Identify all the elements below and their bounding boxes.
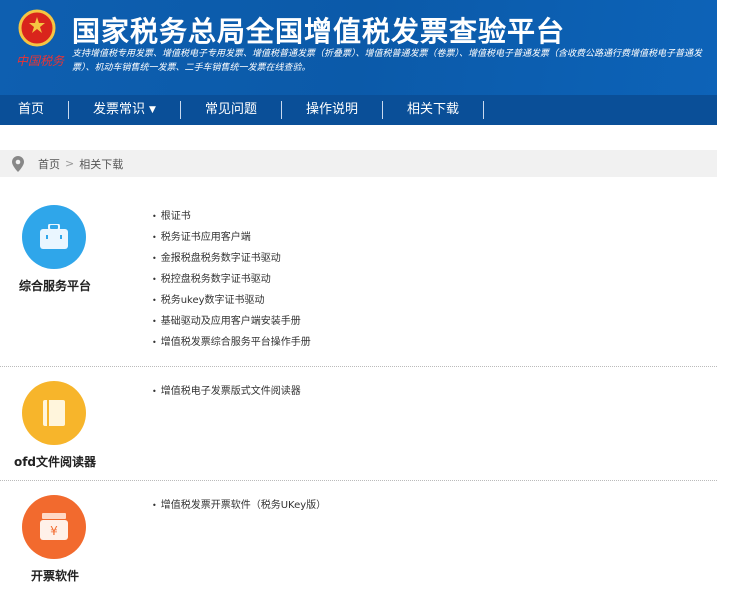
section-label: 综合服务平台 xyxy=(18,279,91,293)
download-link[interactable]: 增值税电子发票版式文件阅读器 xyxy=(152,385,301,406)
download-link[interactable]: 根证书 xyxy=(152,210,311,231)
download-list: 根证书 税务证书应用客户端 金报税盘税务数字证书驱动 税控盘税务数字证书驱动 税… xyxy=(152,210,311,357)
invoice-software-icon: ¥ xyxy=(22,495,86,559)
nav-label: 发票常识 xyxy=(93,102,146,117)
breadcrumb-home[interactable]: 首页 xyxy=(38,156,60,172)
nav-label: 常见问题 xyxy=(204,102,257,117)
nav-home[interactable]: 首页 xyxy=(0,101,70,119)
download-link[interactable]: 金报税盘税务数字证书驱动 xyxy=(152,252,311,273)
svg-text:¥: ¥ xyxy=(50,524,58,538)
download-link[interactable]: 基础驱动及应用客户端安装手册 xyxy=(152,315,311,336)
nav-label: 相关下载 xyxy=(406,102,459,117)
breadcrumb: 首页 > 相关下载 xyxy=(0,150,717,177)
section-ofd-reader: ofd文件阅读器 增值税电子发票版式文件阅读器 xyxy=(0,367,717,481)
nav-label: 操作说明 xyxy=(305,102,358,117)
site-subtitle: 支持增值税专用发票、增值税电子专用发票、增值税普通发票（折叠票）、增值税普通发票… xyxy=(72,49,703,73)
download-list: 增值税发票开票软件（税务UKey版） xyxy=(152,499,326,520)
location-pin-icon xyxy=(12,155,24,172)
brand-logo-text: 中国税务 xyxy=(16,54,65,68)
national-emblem-icon xyxy=(18,9,56,47)
nav-invoice-knowledge[interactable]: 发票常识 ▼ xyxy=(69,101,181,119)
book-icon xyxy=(22,381,86,445)
breadcrumb-current: 相关下载 xyxy=(79,157,124,171)
section-service-platform: 综合服务平台 根证书 税务证书应用客户端 金报税盘税务数字证书驱动 税控盘税务数… xyxy=(0,195,717,367)
nav-downloads[interactable]: 相关下载 xyxy=(383,101,484,119)
section-invoicing-software: ¥ 开票软件 增值税发票开票软件（税务UKey版） xyxy=(0,481,717,601)
download-link[interactable]: 税务ukey数字证书驱动 xyxy=(152,294,311,315)
download-link[interactable]: 增值税发票开票软件（税务UKey版） xyxy=(152,499,326,520)
site-title: 国家税务总局全国增值税发票查验平台 xyxy=(72,15,566,48)
main-nav: 首页 发票常识 ▼ 常见问题 操作说明 相关下载 xyxy=(0,95,717,125)
nav-instructions[interactable]: 操作说明 xyxy=(282,101,383,119)
breadcrumb-separator: > xyxy=(65,157,75,170)
chevron-down-icon: ▼ xyxy=(149,105,156,115)
briefcase-icon xyxy=(22,205,86,269)
section-label: ofd文件阅读器 xyxy=(13,455,97,469)
download-link[interactable]: 税务证书应用客户端 xyxy=(152,231,311,252)
nav-faq[interactable]: 常见问题 xyxy=(181,101,282,119)
section-label: 开票软件 xyxy=(30,569,79,583)
nav-label: 首页 xyxy=(18,102,45,117)
download-list: 增值税电子发票版式文件阅读器 xyxy=(152,385,301,406)
download-link[interactable]: 增值税发票综合服务平台操作手册 xyxy=(152,336,311,357)
download-link[interactable]: 税控盘税务数字证书驱动 xyxy=(152,273,311,294)
